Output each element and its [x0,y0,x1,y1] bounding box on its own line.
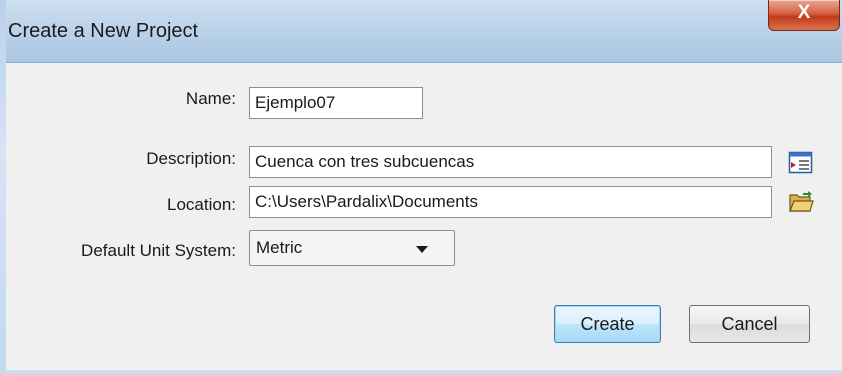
unit-system-value: Metric [256,238,303,257]
location-input[interactable] [249,186,772,218]
location-label: Location: [167,195,236,214]
desktop-edge-bottom [6,370,842,374]
name-label: Name: [185,89,236,108]
unit-system-dropdown[interactable]: Metric [249,230,455,266]
cancel-button[interactable]: Cancel [689,305,810,343]
dialog-title: Create a New Project [8,20,199,42]
dialog-body: Name: Description: Location: [6,63,842,370]
chevron-down-icon [416,246,428,253]
unit-system-label: Default Unit System: [81,241,236,260]
folder-open-icon[interactable] [788,189,814,215]
description-input[interactable] [249,146,772,178]
title-bar[interactable]: Create a New Project X [6,0,842,63]
create-project-dialog: Create a New Project X Name: Description… [6,0,842,370]
create-button[interactable]: Create [554,305,661,343]
name-input[interactable] [249,87,423,119]
description-browse-icon[interactable] [788,150,814,176]
description-label: Description: [146,149,236,168]
close-button[interactable]: X [768,0,840,31]
